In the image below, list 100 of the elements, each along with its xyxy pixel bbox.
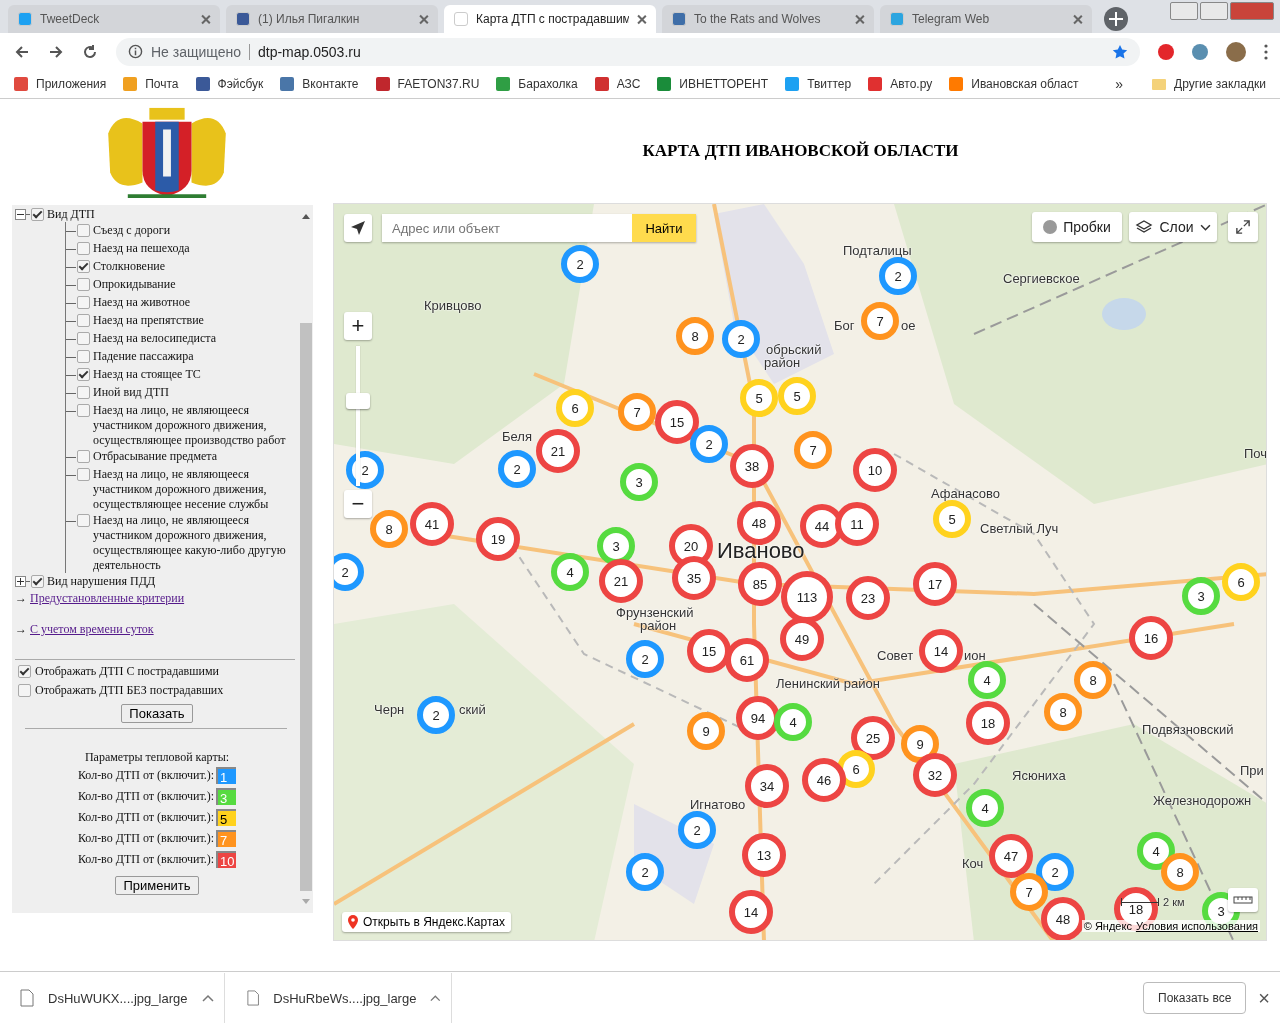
close-icon[interactable] (1073, 14, 1082, 24)
url-text: dtp-map.0503.ru (258, 43, 362, 60)
place-label: Совет (877, 647, 914, 663)
checkbox[interactable] (77, 450, 90, 463)
show-all-button[interactable]: Показать все (1143, 982, 1247, 1014)
checkbox[interactable] (77, 368, 90, 381)
avatar-icon[interactable] (1226, 41, 1246, 62)
browser-tab[interactable]: Telegram Web (880, 5, 1092, 33)
close-icon[interactable] (419, 14, 428, 24)
close-icon[interactable] (637, 14, 646, 24)
download-item[interactable]: DsHuWUKX....jpg_large (10, 973, 225, 1023)
tree-item-label: Наезд на лицо, не являющееся участником дорожного движения, осуществляющее какую-либо другую деятельность (93, 512, 287, 573)
caret-icon[interactable] (202, 994, 214, 1002)
traffic-button[interactable]: Пробки (1032, 212, 1122, 242)
browser-tab[interactable]: (1) Илья Пигалкин (226, 5, 438, 33)
checkbox[interactable] (77, 514, 90, 527)
criteria-link[interactable]: Предустановленные критерии (30, 591, 185, 606)
bookmark-link[interactable]: Приложения (14, 77, 107, 91)
checkbox[interactable] (77, 350, 90, 363)
ruler-button[interactable] (1228, 888, 1258, 912)
checkbox[interactable] (77, 278, 90, 291)
bookmark-link[interactable]: Ивановская област (949, 77, 1079, 91)
info-icon[interactable] (128, 44, 143, 59)
open-in-maps-link[interactable]: Открыть в Яндекс.Картах (342, 912, 511, 932)
file-icon (20, 989, 34, 1007)
show-button[interactable]: Показать (121, 704, 193, 723)
zoom-slider[interactable] (346, 346, 370, 486)
scroll-up-icon[interactable] (302, 214, 310, 219)
bookmark-link[interactable]: Твиттер (785, 77, 852, 91)
forward-icon[interactable] (48, 43, 64, 60)
checkbox[interactable] (77, 296, 90, 309)
place-label: ое (901, 317, 916, 333)
scroll-down-icon[interactable] (302, 899, 310, 904)
search-button[interactable]: Найти (632, 214, 696, 242)
tree-item-label: Иной вид ДТП (93, 384, 170, 400)
maximize-icon[interactable] (1200, 2, 1228, 20)
place-label: Игнатово (690, 796, 746, 812)
place-label: Черн (374, 701, 405, 717)
checkbox[interactable] (18, 684, 31, 697)
tree-item-label: Съезд с дороги (93, 222, 172, 238)
address-search-field[interactable]: Адрес или объект (382, 214, 632, 242)
checkbox[interactable] (77, 242, 90, 255)
location-button[interactable] (344, 214, 372, 242)
expander-icon[interactable] (15, 208, 26, 220)
checkbox[interactable] (77, 386, 90, 399)
checkbox[interactable] (31, 207, 44, 221)
zoom-out-button[interactable]: − (344, 490, 372, 518)
bookmark-link[interactable]: Авто.ру (868, 77, 933, 91)
bookmark-link[interactable]: Фэйсбук (195, 77, 264, 91)
minimize-icon[interactable] (1170, 2, 1198, 20)
checkbox[interactable] (18, 665, 31, 678)
site-icon (672, 12, 686, 26)
browser-tab[interactable]: TweetDeck (8, 5, 220, 33)
bookmark-folder[interactable]: Другие закладки (1152, 77, 1266, 91)
more-bookmarks-button[interactable]: » (1115, 76, 1124, 92)
scroll-thumb[interactable] (300, 323, 312, 891)
checkbox[interactable] (77, 224, 90, 237)
download-item[interactable]: DsHuRbeWs....jpg_large (237, 973, 452, 1023)
site-icon (454, 12, 468, 26)
map-pin-icon (348, 915, 358, 929)
checkbox[interactable] (77, 468, 90, 481)
criteria-link[interactable]: С учетом времени суток (30, 622, 154, 637)
star-icon[interactable] (1112, 43, 1128, 60)
back-icon[interactable] (14, 43, 30, 60)
bookmark-link[interactable]: Вконтакте (280, 77, 359, 91)
checkbox[interactable] (77, 260, 90, 273)
place-label: Фрунзенский (616, 604, 694, 620)
extension-icon[interactable] (1158, 43, 1174, 60)
checkbox[interactable] (31, 574, 44, 588)
zoom-slider-thumb[interactable] (346, 393, 370, 410)
close-icon[interactable] (855, 14, 864, 24)
caret-icon[interactable] (430, 994, 441, 1002)
bookmark-link[interactable]: АЗС (594, 77, 641, 91)
apply-button[interactable]: Применить (115, 876, 199, 895)
bookmark-link[interactable]: Барахолка (496, 77, 578, 91)
tree-item-label: Наезд на велосипедиста (93, 330, 217, 346)
close-button[interactable]: × (1258, 986, 1270, 1010)
place-label: Ясюниха (1012, 767, 1066, 783)
bookmark-link[interactable]: FAETON37.RU (375, 77, 480, 91)
layers-button[interactable]: Слои (1129, 212, 1217, 242)
checkbox[interactable] (77, 332, 90, 345)
reload-icon[interactable] (82, 43, 98, 60)
zoom-in-button[interactable]: + (344, 312, 372, 340)
fullscreen-button[interactable] (1228, 212, 1258, 242)
tree-item-label: Наезд на препятствие (93, 312, 205, 328)
browser-tab[interactable]: To the Rats and Wolves (662, 5, 874, 33)
map[interactable] (333, 203, 1267, 941)
expander-icon[interactable] (15, 575, 26, 587)
address-bar[interactable]: Не защищено dtp-map.0503.ru (116, 37, 1140, 66)
bookmark-link[interactable]: ИВНЕТТОРЕНТ (657, 77, 769, 91)
menu-icon[interactable] (1264, 43, 1268, 60)
extension-icon[interactable] (1192, 43, 1208, 60)
close-icon[interactable] (201, 14, 210, 24)
new-tab-button[interactable] (1104, 7, 1128, 31)
checkbox[interactable] (77, 314, 90, 327)
threshold-field[interactable]: 5 (216, 809, 237, 826)
threshold-field[interactable]: 10 (216, 851, 237, 868)
place-label: Бог (834, 317, 855, 333)
checkbox[interactable] (77, 404, 90, 417)
bookmark-link[interactable]: Почта (123, 77, 179, 91)
